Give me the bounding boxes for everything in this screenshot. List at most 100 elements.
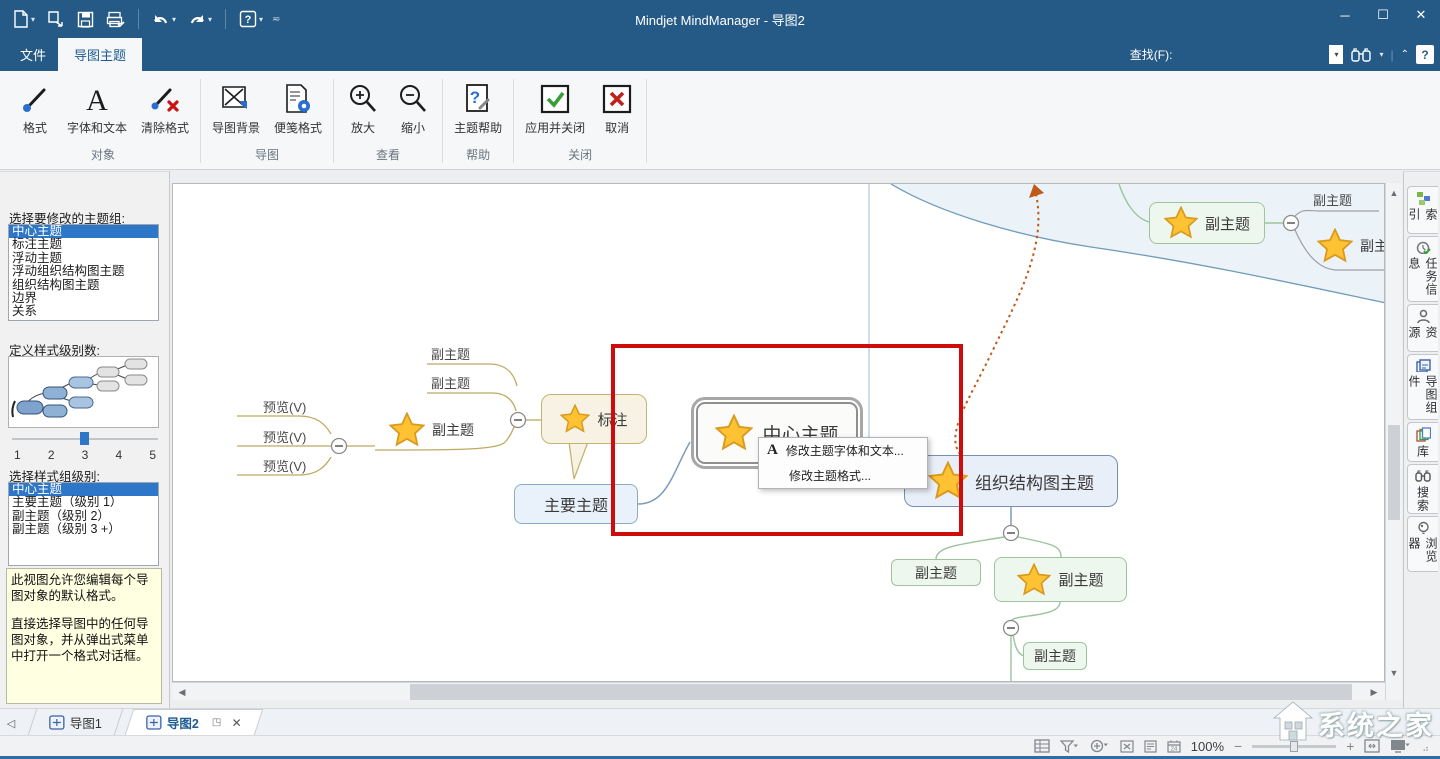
- undo-caret-icon[interactable]: ▾: [172, 15, 176, 24]
- font-text-button[interactable]: A 字体和文本: [60, 77, 134, 139]
- map-parts-icon: [1416, 359, 1431, 372]
- open-icon: [47, 10, 65, 28]
- floating-subtopic-star[interactable]: 副主题: [1149, 202, 1265, 244]
- tab-scroll-left-icon[interactable]: ◁: [0, 717, 22, 735]
- ribbon-help-button[interactable]: ?: [1416, 45, 1434, 64]
- main-topic[interactable]: 主要主题: [514, 484, 638, 524]
- find-options-caret-icon[interactable]: ▾: [1379, 50, 1383, 59]
- topic-group-listbox[interactable]: 中心主题 标注主题 浮动主题 浮动组织结构图主题 组织结构图主题 边界 关系: [8, 224, 159, 321]
- apply-close-button[interactable]: 应用并关闭: [518, 77, 592, 139]
- horizontal-scroll-thumb[interactable]: [410, 684, 1352, 700]
- calendar-icon[interactable]: 24: [1167, 740, 1181, 753]
- redo-caret-icon[interactable]: ▾: [208, 15, 212, 24]
- tab-file[interactable]: 文件: [4, 38, 62, 71]
- zoom-slider[interactable]: [1252, 745, 1336, 748]
- open-button[interactable]: [44, 8, 68, 30]
- customize-qat-icon[interactable]: ≂: [272, 14, 280, 25]
- close-button[interactable]: ✕: [1402, 0, 1440, 30]
- scroll-right-icon[interactable]: ▶: [1366, 684, 1382, 700]
- svg-text:24: 24: [1170, 746, 1177, 752]
- levels-slider-thumb[interactable]: [80, 432, 89, 445]
- preview-topic[interactable]: 预览(V): [263, 456, 306, 475]
- maximize-button[interactable]: ☐: [1364, 0, 1402, 30]
- sidebar-tab-task-info[interactable]: 任务信息: [1407, 236, 1438, 302]
- map-canvas[interactable]: 预览(V) 预览(V) 预览(V) 副主题 副主题 副主题 标注 主要主题 中心…: [172, 183, 1385, 682]
- callout-topic[interactable]: 标注: [541, 394, 647, 444]
- menu-item-font[interactable]: A 修改主题字体和文本...: [759, 438, 927, 463]
- quick-filter-icon[interactable]: [1090, 739, 1110, 753]
- list-item[interactable]: 边界: [9, 292, 158, 305]
- collapse-ribbon-icon[interactable]: ⌃: [1401, 49, 1409, 60]
- fit-map-icon[interactable]: [1364, 739, 1380, 753]
- new-document-icon: [13, 10, 29, 28]
- doc-tab-map1[interactable]: 导图1: [28, 709, 123, 735]
- theme-help-button[interactable]: ? 主题帮助: [447, 77, 509, 139]
- zoom-in-button[interactable]: 放大: [338, 77, 388, 139]
- preview-topic[interactable]: 预览(V): [263, 397, 306, 416]
- list-item[interactable]: 中心主题: [9, 483, 158, 496]
- filter-icon[interactable]: [1060, 740, 1080, 753]
- sidebar-tab-map-parts[interactable]: 导图组件: [1407, 354, 1438, 420]
- find-dropdown[interactable]: ▾: [1329, 45, 1343, 64]
- tab-map-theme[interactable]: 导图主题: [58, 38, 142, 71]
- scroll-left-icon[interactable]: ◀: [174, 684, 190, 700]
- new-document-caret-icon[interactable]: ▾: [31, 15, 35, 24]
- zoom-slider-thumb[interactable]: [1290, 741, 1298, 752]
- presentation-icon[interactable]: [1390, 739, 1412, 753]
- close-doc-icon[interactable]: ✕: [232, 716, 242, 730]
- scroll-down-icon[interactable]: ▼: [1386, 665, 1402, 681]
- remove-filter-icon[interactable]: [1120, 740, 1134, 753]
- topic-properties-icon[interactable]: [1034, 739, 1050, 753]
- sidebar-tab-library[interactable]: 库: [1407, 422, 1438, 462]
- style-level-listbox[interactable]: 中心主题 主要主题（级别 1） 副主题（级别 2） 副主题（级别 3 +）: [8, 482, 159, 566]
- clear-format-icon: [149, 83, 181, 115]
- subtopic-star[interactable]: 副主题: [389, 412, 474, 448]
- subtopic-star[interactable]: 副主题: [1317, 228, 1385, 264]
- subtopic-line[interactable]: 副主题: [431, 344, 470, 363]
- vertical-scrollbar[interactable]: ▲ ▼: [1385, 183, 1402, 700]
- cancel-button[interactable]: 取消: [592, 77, 642, 139]
- list-item[interactable]: 主要主题（级别 1）: [9, 496, 158, 509]
- doc-tab-map2[interactable]: 导图2 ◳ ✕: [125, 709, 264, 735]
- scroll-up-icon[interactable]: ▲: [1386, 185, 1402, 201]
- list-item[interactable]: 组织结构图主题: [9, 279, 158, 292]
- preview-topic[interactable]: 预览(V): [263, 427, 306, 446]
- help-button[interactable]: ? ▾: [236, 8, 266, 30]
- print-button[interactable]: [103, 9, 128, 30]
- notes-icon[interactable]: [1144, 740, 1157, 753]
- org-subtopic-star[interactable]: 副主题: [994, 557, 1127, 602]
- zoom-in-icon[interactable]: +: [1346, 738, 1354, 754]
- list-item[interactable]: 关系: [9, 305, 158, 318]
- format-brush-icon: [19, 83, 51, 115]
- clear-format-button[interactable]: 清除格式: [134, 77, 196, 139]
- map-background-button[interactable]: 导图背景: [205, 77, 267, 139]
- zoom-out-button[interactable]: 缩小: [388, 77, 438, 139]
- format-button[interactable]: 格式: [10, 77, 60, 139]
- vertical-scroll-thumb[interactable]: [1388, 425, 1400, 520]
- undo-button[interactable]: ▾: [149, 10, 179, 29]
- org-chart-topic[interactable]: 组织结构图主题: [904, 455, 1118, 507]
- org-subtopic[interactable]: 副主题: [1023, 642, 1087, 670]
- subtopic-line[interactable]: 副主题: [1313, 190, 1352, 209]
- find-binoculars-icon[interactable]: [1350, 45, 1372, 65]
- subtopic-line[interactable]: 副主题: [431, 373, 470, 392]
- notes-format-button[interactable]: 便笺格式: [267, 77, 329, 139]
- help-caret-icon[interactable]: ▾: [259, 15, 263, 24]
- resize-grip-icon[interactable]: ⣠: [1422, 741, 1430, 752]
- minimize-button[interactable]: ─: [1326, 0, 1364, 30]
- sidebar-tab-resources[interactable]: 资源: [1407, 304, 1438, 352]
- new-document-button[interactable]: ▾: [10, 8, 38, 30]
- horizontal-scrollbar[interactable]: ◀ ▶: [172, 682, 1385, 700]
- sidebar-tab-browser[interactable]: 浏览器: [1407, 516, 1438, 572]
- restore-doc-icon[interactable]: ◳: [212, 717, 221, 728]
- list-item[interactable]: 标注主题: [9, 238, 158, 251]
- menu-item-format[interactable]: 修改主题格式...: [759, 463, 927, 488]
- org-subtopic[interactable]: 副主题: [891, 559, 981, 586]
- sidebar-tab-search[interactable]: 搜索: [1407, 464, 1438, 514]
- save-button[interactable]: [74, 9, 97, 30]
- list-item[interactable]: 副主题（级别 3 +）: [9, 523, 158, 536]
- sidebar-tab-index[interactable]: 索引: [1407, 186, 1438, 234]
- zoom-out-icon[interactable]: −: [1234, 738, 1242, 754]
- list-item[interactable]: 浮动组织结构图主题: [9, 265, 158, 278]
- redo-button[interactable]: ▾: [185, 10, 215, 29]
